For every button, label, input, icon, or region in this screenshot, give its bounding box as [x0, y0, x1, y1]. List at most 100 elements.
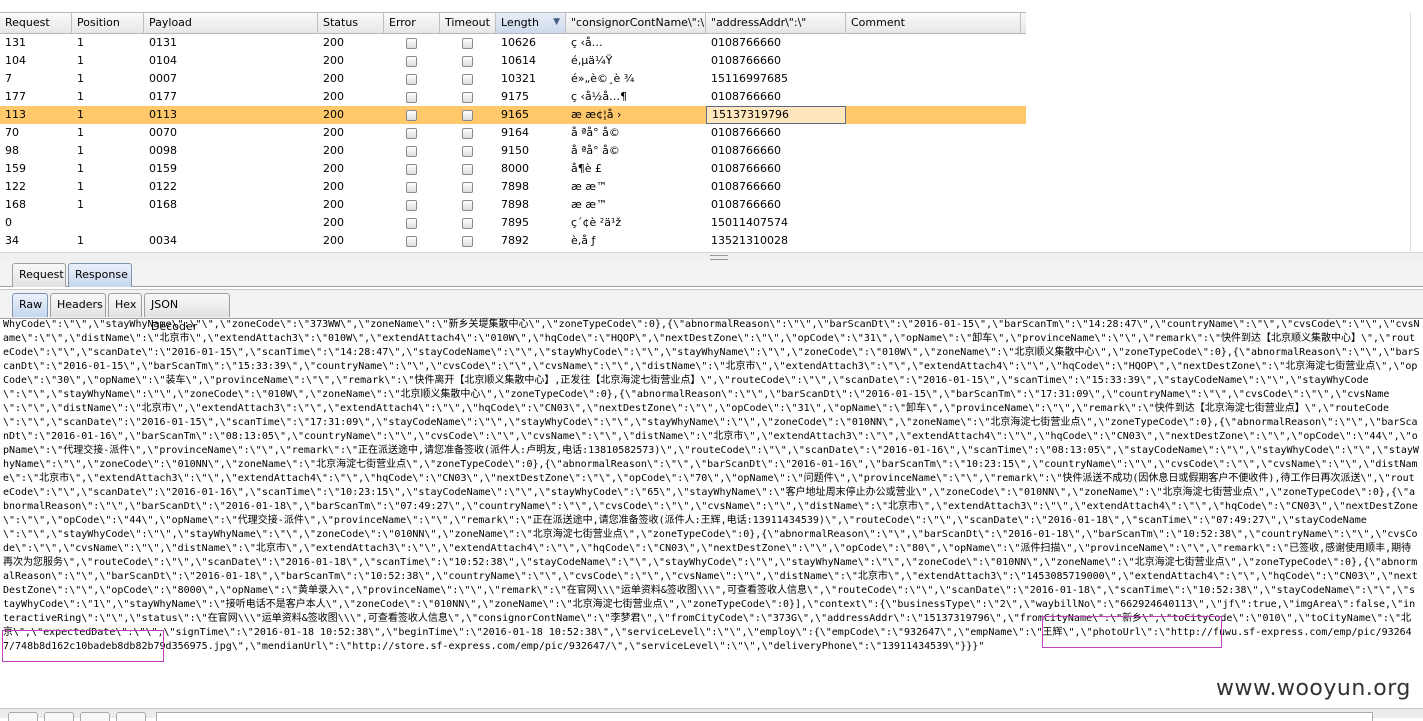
error-checkbox[interactable] [406, 163, 417, 175]
error-checkbox[interactable] [406, 127, 417, 139]
table-row[interactable]: 159 1 0159 200 8000 å¶è £ 0108766660 [0, 160, 1026, 178]
table-row[interactable]: 131 1 0131 200 10626 ç ‹å… 0108766660 [0, 34, 1026, 52]
table-row[interactable]: 122 1 0122 200 7898 æ æ™ 0108766660 [0, 178, 1026, 196]
cell-request: 98 [5, 144, 19, 157]
cell-position: 1 [77, 36, 84, 49]
cell-timeout [440, 52, 496, 70]
cell-consignor: æ æ¢¦å › [571, 108, 622, 121]
timeout-checkbox[interactable] [462, 163, 473, 175]
table-row[interactable]: 7 1 0007 200 10321 é»„è©¸è ¾ 15116997685 [0, 70, 1026, 88]
cell-length: 7898 [501, 198, 529, 211]
cell-request: 113 [5, 108, 26, 121]
timeout-checkbox[interactable] [462, 109, 473, 121]
timeout-checkbox[interactable] [462, 37, 473, 49]
cell-payload: 0113 [149, 108, 177, 121]
error-checkbox[interactable] [406, 217, 417, 229]
cell-payload: 0168 [149, 198, 177, 211]
tab-raw[interactable]: Raw [12, 293, 48, 317]
cell-consignor: å¶è £ [571, 162, 603, 175]
cell-length: 10321 [501, 72, 536, 85]
cell-status: 200 [323, 180, 344, 193]
table-row[interactable]: 70 1 0070 200 9164 å ªå° å© 0108766660 [0, 124, 1026, 142]
timeout-checkbox[interactable] [462, 145, 473, 157]
cell-error [384, 196, 440, 214]
timeout-checkbox[interactable] [462, 199, 473, 211]
cell-payload: 0122 [149, 180, 177, 193]
tab-json-decoder[interactable]: JSON Decoder [144, 293, 230, 333]
column-header-timeout[interactable]: Timeout [440, 13, 496, 33]
cell-address: 13521310028 [711, 234, 788, 247]
cell-address: 15137319796 [706, 106, 846, 124]
cell-length: 9164 [501, 126, 529, 139]
column-header-address[interactable]: "addressAddr\":\" [706, 13, 846, 33]
timeout-checkbox[interactable] [462, 181, 473, 193]
cell-error [384, 52, 440, 70]
table-row[interactable]: 177 1 0177 200 9175 ç ‹å½å…¶ 0108766660 [0, 88, 1026, 106]
cell-status: 200 [323, 126, 344, 139]
cell-error [384, 70, 440, 88]
cell-payload: 0177 [149, 90, 177, 103]
error-checkbox[interactable] [406, 199, 417, 211]
intruder-results-table[interactable]: Request Position Payload Status Error Ti… [0, 12, 1026, 252]
cell-length: 10614 [501, 54, 536, 67]
cell-comment [846, 160, 1021, 178]
error-checkbox[interactable] [406, 145, 417, 157]
cell-length: 7895 [501, 216, 529, 229]
table-row[interactable]: 104 1 0104 200 10614 é‚µä¼Ÿ 0108766660 [0, 52, 1026, 70]
timeout-checkbox[interactable] [462, 235, 473, 247]
error-checkbox[interactable] [406, 73, 417, 85]
table-row[interactable]: 34 1 0034 200 7892 è‚å ƒ 13521310028 [0, 232, 1026, 250]
error-checkbox[interactable] [406, 235, 417, 247]
raw-response-body[interactable]: WhyCode\":\"\",\"stayWhyName\":\"\",\"zo… [0, 318, 1423, 708]
column-header-consignor[interactable]: "consignorContName\":\" [566, 13, 706, 33]
error-checkbox[interactable] [406, 109, 417, 121]
timeout-checkbox[interactable] [462, 217, 473, 229]
cell-position: 1 [77, 90, 84, 103]
table-scrollbar[interactable] [1410, 12, 1423, 252]
cell-request: 7 [5, 72, 12, 85]
cell-status: 200 [323, 108, 344, 121]
column-header-error[interactable]: Error [384, 13, 440, 33]
cell-comment [846, 178, 1021, 196]
timeout-checkbox[interactable] [462, 91, 473, 103]
table-header: Request Position Payload Status Error Ti… [0, 12, 1026, 34]
cell-comment [846, 196, 1021, 214]
column-header-status[interactable]: Status [318, 13, 384, 33]
timeout-checkbox[interactable] [462, 73, 473, 85]
cell-error [384, 34, 440, 52]
error-checkbox[interactable] [406, 91, 417, 103]
cell-error [384, 232, 440, 250]
table-row[interactable]: 98 1 0098 200 9150 å ªå° å© 0108766660 [0, 142, 1026, 160]
tab-hex[interactable]: Hex [108, 293, 142, 317]
column-header-length[interactable]: Length ▼ [496, 13, 566, 33]
column-header-comment[interactable]: Comment [846, 13, 1021, 33]
tab-headers[interactable]: Headers [50, 293, 106, 317]
table-row[interactable]: 0 200 7895 ç´¢è ²ä¹ž 15011407574 [0, 214, 1026, 232]
cell-consignor: ç´¢è ²ä¹ž [571, 216, 622, 229]
cell-status: 200 [323, 90, 344, 103]
cell-comment [846, 52, 1021, 70]
table-row[interactable]: 113 1 0113 200 9165 æ æ¢¦å › 15137319796 [0, 106, 1026, 124]
column-header-payload[interactable]: Payload [144, 13, 318, 33]
cell-address: 0108766660 [711, 180, 781, 193]
cell-comment [846, 232, 1021, 250]
error-checkbox[interactable] [406, 181, 417, 193]
cell-length: 9150 [501, 144, 529, 157]
tab-request[interactable]: Request [12, 263, 66, 287]
cell-consignor: å ªå° å© [571, 144, 620, 157]
cell-payload: 0159 [149, 162, 177, 175]
error-checkbox[interactable] [406, 55, 417, 67]
error-checkbox[interactable] [406, 37, 417, 49]
cell-payload: 0007 [149, 72, 177, 85]
cell-comment [846, 88, 1021, 106]
column-header-request[interactable]: Request [0, 13, 72, 33]
table-row[interactable]: 168 1 0168 200 7898 æ æ™ 0108766660 [0, 196, 1026, 214]
timeout-checkbox[interactable] [462, 55, 473, 67]
tab-response[interactable]: Response [68, 263, 132, 287]
cell-position: 1 [77, 72, 84, 85]
cell-consignor: ç ‹å½å…¶ [571, 90, 628, 103]
cell-position: 1 [77, 162, 84, 175]
column-header-position[interactable]: Position [72, 13, 144, 33]
cell-request: 177 [5, 90, 26, 103]
timeout-checkbox[interactable] [462, 127, 473, 139]
